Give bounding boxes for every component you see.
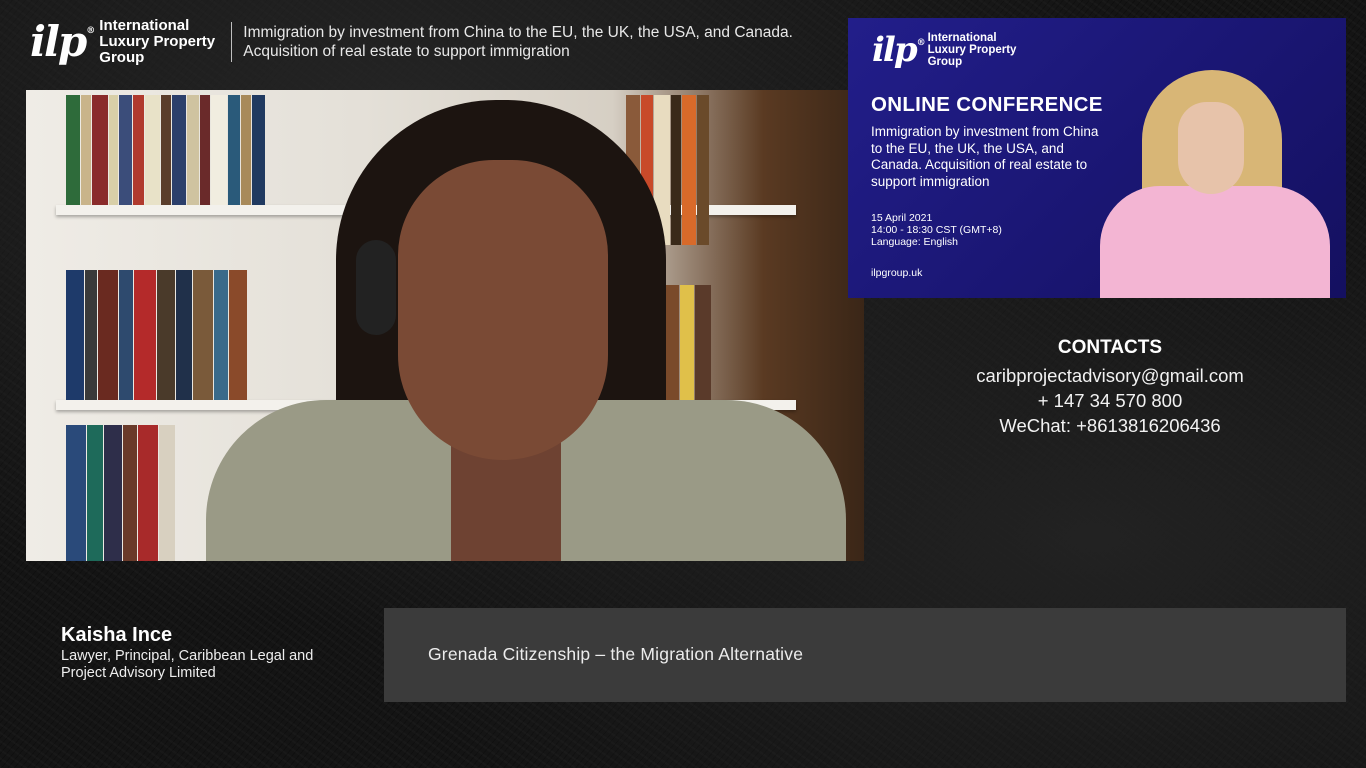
- presenter-video: [1080, 66, 1346, 298]
- logo-company-name: International Luxury Property Group: [927, 32, 1017, 68]
- header-subtitle: Immigration by investment from China to …: [243, 24, 793, 60]
- conference-info-card: ilp ® International Luxury Property Group…: [848, 18, 1346, 298]
- speaker-caption: Kaisha Ince Lawyer, Principal, Caribbean…: [61, 624, 361, 682]
- conference-language: Language: English: [871, 236, 958, 248]
- ilp-logo: ilp ®: [30, 21, 95, 63]
- conference-title: ONLINE CONFERENCE: [871, 93, 1103, 116]
- conference-date: 15 April 2021: [871, 212, 933, 224]
- logo-company-name: International Luxury Property Group: [99, 17, 216, 66]
- topic-title: Grenada Citizenship – the Migration Alte…: [428, 644, 804, 664]
- topic-bar: Grenada Citizenship – the Migration Alte…: [384, 608, 1346, 702]
- contacts-title: CONTACTS: [1057, 337, 1163, 358]
- registered-mark: ®: [916, 38, 926, 48]
- speaker-video-feed: [26, 90, 864, 561]
- speaker-person: [206, 100, 846, 561]
- registered-mark: ®: [86, 26, 95, 36]
- contact-email: caribprojectadvisory@gmail.com: [976, 365, 1244, 386]
- conference-logo: ilp ® International Luxury Property Group: [872, 32, 1028, 68]
- contact-wechat: WeChat: +8613816206436: [999, 415, 1221, 436]
- conference-details: 15 April 2021 14:00 - 18:30 CST (GMT+8) …: [871, 212, 1002, 248]
- headset: [356, 240, 396, 335]
- contacts-block: CONTACTS caribprojectadvisory@gmail.com …: [940, 337, 1280, 438]
- conference-description: Immigration by investment from China to …: [871, 124, 1099, 189]
- conference-website: ilpgroup.uk: [871, 267, 923, 279]
- header-brand: ilp ® International Luxury Property Group…: [30, 14, 863, 70]
- conference-time: 14:00 - 18:30 CST (GMT+8): [871, 224, 1002, 236]
- logo-mark-text: ilp: [30, 17, 87, 66]
- logo-mark-text: ilp: [872, 30, 918, 70]
- speaker-name: Kaisha Ince: [61, 624, 173, 646]
- contact-phone: + 147 34 570 800: [1037, 390, 1183, 411]
- header-divider: [231, 22, 233, 62]
- ilp-logo: ilp ®: [872, 30, 926, 70]
- speaker-role: Lawyer, Principal, Caribbean Legal and P…: [61, 648, 314, 681]
